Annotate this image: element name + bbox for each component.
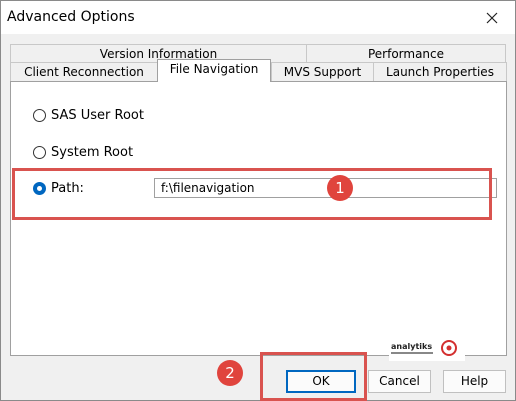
tab-client-reconnection[interactable]: Client Reconnection xyxy=(10,62,158,81)
ok-button[interactable]: OK xyxy=(286,370,356,393)
logo-image: analytiks xyxy=(391,340,457,356)
tab-label: File Navigation xyxy=(169,62,259,76)
path-option[interactable]: Path: xyxy=(33,181,84,196)
sas-user-root-radio[interactable] xyxy=(33,109,46,122)
path-radio[interactable] xyxy=(33,182,46,195)
tab-launch-properties[interactable]: Launch Properties xyxy=(373,62,507,81)
advanced-options-dialog: Advanced Options Version Information Per… xyxy=(0,0,516,401)
system-root-option[interactable]: System Root xyxy=(33,145,133,160)
analytiks-logo: analytiks xyxy=(389,336,465,361)
file-navigation-panel: SAS User Root System Root Path: xyxy=(10,81,507,356)
tab-label: Performance xyxy=(367,47,445,61)
cancel-button[interactable]: Cancel xyxy=(368,370,431,393)
step-marker-1: 1 xyxy=(327,175,353,201)
help-button[interactable]: Help xyxy=(443,370,506,393)
tab-label: MVS Support xyxy=(283,65,362,79)
step-marker-2: 2 xyxy=(217,360,243,386)
system-root-radio[interactable] xyxy=(33,146,46,159)
tab-label: Client Reconnection xyxy=(24,65,144,79)
system-root-label: System Root xyxy=(51,145,134,160)
close-icon xyxy=(486,12,498,23)
tab-file-navigation[interactable]: File Navigation xyxy=(157,59,271,82)
close-button[interactable] xyxy=(469,1,515,34)
tab-label: Launch Properties xyxy=(386,65,494,79)
title-bar: Advanced Options xyxy=(1,1,515,34)
svg-text:analytiks: analytiks xyxy=(391,342,432,351)
sas-user-root-label: SAS User Root xyxy=(51,108,144,123)
path-label: Path: xyxy=(51,181,84,196)
sas-user-root-option[interactable]: SAS User Root xyxy=(33,108,144,123)
path-input[interactable] xyxy=(154,178,497,198)
window-title: Advanced Options xyxy=(7,9,135,25)
tab-performance[interactable]: Performance xyxy=(306,44,506,63)
tab-mvs-support[interactable]: MVS Support xyxy=(271,62,374,81)
